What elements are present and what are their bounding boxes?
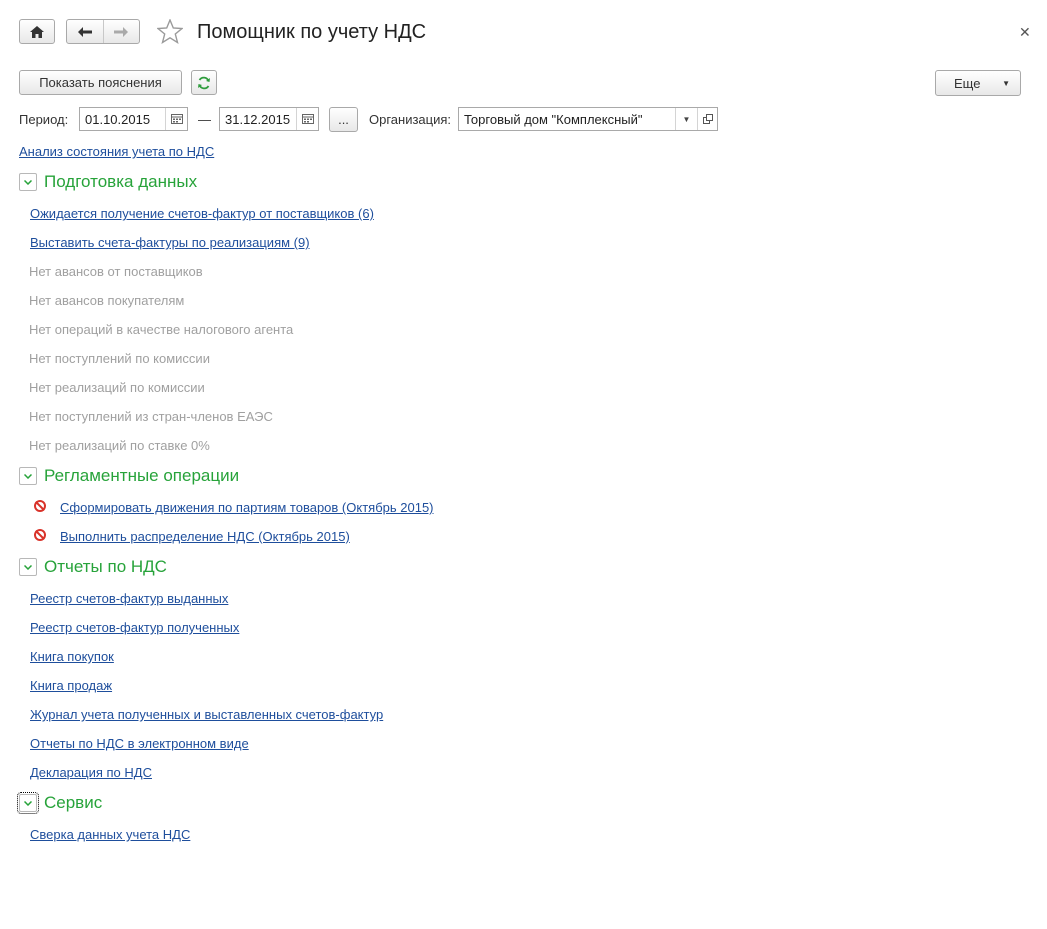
issue-invoices-link[interactable]: Выставить счета-фактуры по реализациям (…: [30, 235, 310, 250]
chevron-down-icon[interactable]: [19, 173, 37, 191]
organization-field[interactable]: Торговый дом "Комплексный" ▼: [458, 107, 718, 131]
refresh-icon: [198, 76, 210, 89]
arrow-right-icon: [114, 26, 129, 37]
received-invoices-register-link[interactable]: Реестр счетов-фактур полученных: [30, 620, 239, 635]
section-vat-reports[interactable]: Отчеты по НДС: [19, 557, 167, 577]
period-label: Период:: [19, 112, 69, 127]
section-routine-operations[interactable]: Регламентные операции: [19, 466, 239, 486]
period-from-value: 01.10.2015: [85, 111, 151, 127]
electronic-reports-link[interactable]: Отчеты по НДС в электронном виде: [30, 736, 249, 751]
open-icon[interactable]: [697, 108, 717, 130]
forbidden-icon: [34, 500, 46, 512]
show-explanations-button[interactable]: Показать пояснения: [19, 70, 182, 95]
section-title: Отчеты по НДС: [44, 557, 167, 576]
period-to-value: 31.12.2015: [225, 111, 291, 127]
back-button[interactable]: [67, 20, 104, 43]
vat-analysis-link[interactable]: Анализ состояния учета по НДС: [19, 144, 214, 159]
status-text: Нет реализаций по ставке 0%: [29, 438, 210, 453]
status-text: Нет поступлений из стран-членов ЕАЭС: [29, 409, 273, 424]
section-title: Подготовка данных: [44, 172, 198, 191]
invoice-journal-link[interactable]: Журнал учета полученных и выставленных с…: [30, 707, 383, 722]
period-to-field[interactable]: 31.12.2015: [219, 107, 319, 131]
status-text: Нет операций в качестве налогового агент…: [29, 322, 294, 337]
chevron-down-icon: ▼: [1002, 78, 1010, 88]
chevron-down-icon[interactable]: [19, 558, 37, 576]
close-icon[interactable]: ✕: [1019, 24, 1031, 41]
vat-declaration-link[interactable]: Декларация по НДС: [30, 765, 152, 780]
period-from-field[interactable]: 01.10.2015: [79, 107, 188, 131]
more-button-label: Еще: [954, 75, 981, 91]
batch-movements-link[interactable]: Сформировать движения по партиям товаров…: [60, 500, 434, 515]
chevron-down-icon[interactable]: [17, 792, 39, 814]
organization-label: Организация:: [369, 112, 452, 127]
page-title: Помощник по учету НДС: [197, 21, 427, 43]
purchase-book-link[interactable]: Книга покупок: [30, 649, 114, 664]
section-title: Регламентные операции: [44, 466, 240, 485]
calendar-icon[interactable]: [165, 108, 187, 130]
navigation-buttons: [66, 19, 140, 44]
status-text: Нет поступлений по комиссии: [29, 351, 210, 366]
vat-reconciliation-link[interactable]: Сверка данных учета НДС: [30, 827, 190, 842]
forward-button[interactable]: [104, 20, 140, 43]
more-button[interactable]: Еще ▼: [935, 70, 1021, 96]
period-dash: —: [198, 112, 211, 127]
home-button[interactable]: [19, 19, 55, 44]
sales-book-link[interactable]: Книга продаж: [30, 678, 112, 693]
calendar-icon[interactable]: [296, 108, 318, 130]
select-period-button[interactable]: ...: [329, 107, 358, 132]
arrow-left-icon: [77, 26, 92, 37]
section-service[interactable]: Сервис: [17, 792, 103, 814]
dropdown-arrow-icon[interactable]: ▼: [675, 108, 697, 130]
status-text: Нет авансов покупателям: [29, 293, 185, 308]
favorite-star-icon[interactable]: [156, 18, 184, 47]
chevron-down-icon[interactable]: [19, 467, 37, 485]
status-text: Нет авансов от поставщиков: [29, 264, 203, 279]
forbidden-icon: [34, 529, 46, 541]
issued-invoices-register-link[interactable]: Реестр счетов-фактур выданных: [30, 591, 228, 606]
section-title: Сервис: [44, 793, 103, 812]
organization-value: Торговый дом "Комплексный": [464, 111, 643, 127]
refresh-button[interactable]: [191, 70, 217, 95]
home-icon: [30, 25, 44, 38]
vat-distribution-link[interactable]: Выполнить распределение НДС (Октябрь 201…: [60, 529, 350, 544]
status-text: Нет реализаций по комиссии: [29, 380, 205, 395]
section-data-preparation[interactable]: Подготовка данных: [19, 172, 197, 192]
awaiting-invoices-link[interactable]: Ожидается получение счетов-фактур от пос…: [30, 206, 374, 221]
